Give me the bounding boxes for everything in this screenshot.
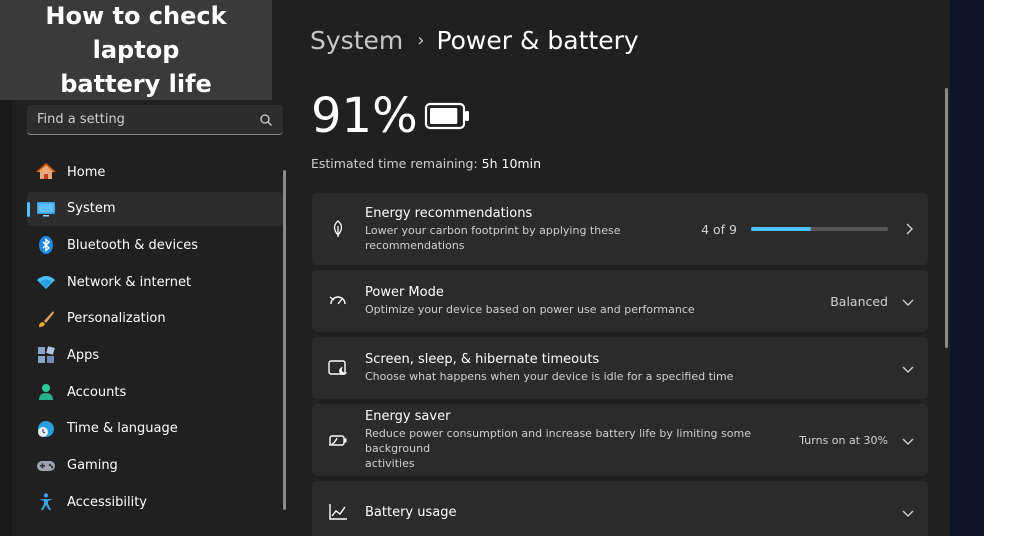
main-scrollbar[interactable] bbox=[945, 88, 948, 348]
sidebar-item-bluetooth[interactable]: Bluetooth & devices bbox=[27, 228, 283, 262]
card-description: Choose what happens when your device is … bbox=[365, 370, 734, 383]
chart-icon bbox=[328, 502, 348, 522]
search-input[interactable]: Find a setting bbox=[27, 105, 283, 135]
estimated-time: Estimated time remaining: 5h 10min bbox=[311, 156, 541, 171]
card-description: Lower your carbon footprint by applying … bbox=[365, 223, 621, 237]
breadcrumb-parent[interactable]: System bbox=[310, 26, 403, 55]
sidebar-item-label: Home bbox=[67, 164, 106, 180]
sidebar-item-label: Apps bbox=[67, 347, 100, 363]
desktop-background bbox=[950, 0, 984, 536]
search-icon bbox=[260, 113, 272, 126]
sidebar-item-label: Accessibility bbox=[67, 494, 147, 510]
home-icon bbox=[36, 162, 56, 182]
brush-icon bbox=[36, 309, 56, 329]
sidebar-item-accounts[interactable]: Accounts bbox=[27, 375, 283, 409]
page-margin bbox=[984, 0, 1024, 536]
leaf-icon bbox=[328, 219, 348, 239]
sidebar-item-time-language[interactable]: Time & language bbox=[27, 412, 283, 446]
accounts-icon bbox=[36, 382, 56, 402]
card-title: Energy saver bbox=[365, 409, 451, 424]
card-title: Power Mode bbox=[365, 285, 444, 300]
sidebar-nav: Home System Bluetooth & devices Network … bbox=[27, 155, 283, 522]
breadcrumb: System › Power & battery bbox=[310, 26, 639, 55]
card-description: Optimize your device based on power use … bbox=[365, 303, 695, 316]
energy-recommendations-card[interactable]: Energy recommendations Lower your carbon… bbox=[312, 193, 928, 265]
sidebar-item-label: Accounts bbox=[67, 384, 127, 400]
page-title: Power & battery bbox=[436, 26, 639, 55]
banner-line-2: battery life bbox=[60, 70, 212, 98]
recommendations-progress bbox=[751, 227, 888, 231]
energy-saver-threshold: Turns on at 30% bbox=[799, 433, 888, 447]
card-description-cont: recommendations bbox=[365, 238, 465, 252]
accessibility-icon bbox=[36, 492, 56, 512]
chevron-down-icon bbox=[902, 359, 914, 378]
bluetooth-icon bbox=[36, 235, 56, 255]
sidebar-item-label: Bluetooth & devices bbox=[67, 237, 198, 253]
search-placeholder: Find a setting bbox=[37, 112, 125, 127]
sidebar-item-system[interactable]: System bbox=[27, 191, 283, 226]
sidebar-item-network[interactable]: Network & internet bbox=[27, 265, 283, 299]
sidebar-item-gaming[interactable]: Gaming bbox=[27, 449, 283, 483]
sidebar-item-personalization[interactable]: Personalization bbox=[27, 302, 283, 336]
card-title: Screen, sleep, & hibernate timeouts bbox=[365, 352, 600, 367]
power-mode-card[interactable]: Power Mode Optimize your device based on… bbox=[312, 270, 928, 332]
estimate-value: 5h 10min bbox=[481, 156, 541, 171]
sidebar-item-label: Gaming bbox=[67, 458, 118, 473]
battery-percentage: 91% bbox=[311, 88, 418, 144]
estimate-label: Estimated time remaining: bbox=[311, 156, 478, 171]
sidebar-item-home[interactable]: Home bbox=[27, 155, 283, 189]
title-banner: How to check laptop battery life bbox=[0, 0, 272, 100]
screen-sleep-card[interactable]: Screen, sleep, & hibernate timeouts Choo… bbox=[312, 337, 928, 399]
sidebar-item-label: Personalization bbox=[67, 311, 166, 327]
apps-icon bbox=[36, 345, 56, 365]
power-mode-value: Balanced bbox=[830, 293, 888, 309]
chevron-right-icon bbox=[904, 220, 914, 239]
chevron-down-icon bbox=[902, 503, 914, 522]
breadcrumb-separator: › bbox=[417, 30, 425, 51]
banner-line-1: How to check laptop bbox=[45, 2, 227, 64]
system-icon bbox=[36, 199, 56, 219]
chevron-down-icon bbox=[902, 292, 914, 311]
card-title: Battery usage bbox=[365, 504, 457, 520]
energy-saver-card[interactable]: Energy saver Reduce power consumption an… bbox=[312, 404, 928, 476]
screen-sleep-icon bbox=[328, 358, 348, 378]
sidebar-item-accessibility[interactable]: Accessibility bbox=[27, 485, 283, 519]
settings-window: How to check laptop battery life Find a … bbox=[0, 0, 950, 536]
energy-saver-icon bbox=[328, 430, 348, 450]
card-description-cont: activities bbox=[365, 457, 415, 470]
globe-clock-icon bbox=[36, 419, 56, 439]
sidebar-item-label: Time & language bbox=[67, 421, 178, 437]
sidebar-scrollbar[interactable] bbox=[283, 170, 286, 510]
chevron-down-icon bbox=[902, 431, 914, 450]
card-description: Reduce power consumption and increase ba… bbox=[365, 427, 751, 455]
wifi-icon bbox=[36, 272, 56, 292]
sidebar-item-label: Network & internet bbox=[67, 274, 192, 290]
sidebar-item-label: System bbox=[67, 201, 116, 217]
recommendations-count: 4 of 9 bbox=[701, 221, 737, 237]
battery-usage-card[interactable]: Battery usage bbox=[312, 481, 928, 536]
sidebar-item-apps[interactable]: Apps bbox=[27, 338, 283, 372]
progress-fill bbox=[751, 227, 812, 231]
gamepad-icon bbox=[36, 456, 56, 476]
power-mode-dropdown[interactable]: Balanced bbox=[830, 292, 914, 311]
card-title: Energy recommendations bbox=[365, 205, 533, 221]
battery-icon bbox=[424, 102, 469, 130]
power-mode-icon bbox=[328, 291, 348, 311]
